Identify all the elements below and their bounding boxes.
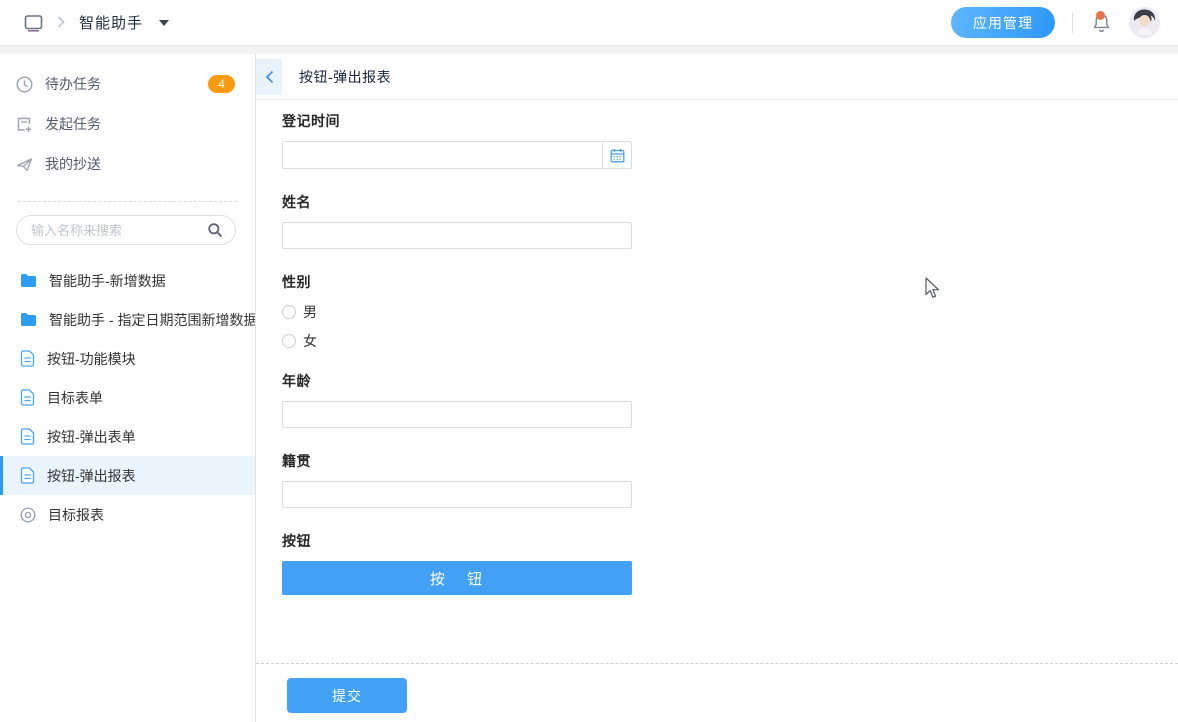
back-button[interactable] xyxy=(256,59,282,95)
folder-icon xyxy=(20,312,37,327)
sidebar-item-start-task[interactable]: 发起任务 xyxy=(0,104,255,144)
chevron-down-icon[interactable] xyxy=(159,20,169,26)
page-title: 按钮-弹出报表 xyxy=(299,67,391,87)
sidebar-item-button-popup-form[interactable]: 按钮-弹出表单 xyxy=(0,417,255,456)
monitor-icon[interactable] xyxy=(24,14,43,32)
field-label: 姓名 xyxy=(282,192,1178,212)
add-task-icon xyxy=(16,116,33,133)
field-button: 按钮 按 钮 xyxy=(282,531,1178,595)
send-icon xyxy=(16,156,33,173)
tree-item-label: 智能助手 - 指定日期范围新增数据 xyxy=(49,310,255,330)
sidebar-item-target-form[interactable]: 目标表单 xyxy=(0,378,255,417)
radio-label: 男 xyxy=(303,302,317,322)
notification-bell-icon[interactable] xyxy=(1090,12,1112,34)
radio-option-male[interactable]: 男 xyxy=(282,302,1178,322)
name-input[interactable] xyxy=(282,222,632,249)
main-header: 按钮-弹出报表 xyxy=(256,54,1178,100)
field-label: 籍贯 xyxy=(282,451,1178,471)
avatar[interactable] xyxy=(1129,7,1160,38)
sidebar-item-button-module[interactable]: 按钮-功能模块 xyxy=(0,339,255,378)
breadcrumb: 智能助手 xyxy=(24,12,169,33)
notification-dot xyxy=(1096,11,1105,20)
register-time-input[interactable] xyxy=(283,142,602,168)
date-picker-field xyxy=(282,141,632,169)
field-age: 年龄 xyxy=(282,371,1178,428)
document-icon xyxy=(20,467,35,484)
form-action-button[interactable]: 按 钮 xyxy=(282,561,632,595)
sidebar-item-smart-assistant-new-data[interactable]: 智能助手-新增数据 xyxy=(0,261,255,300)
document-icon xyxy=(20,428,35,445)
sidebar-item-smart-assistant-date-range[interactable]: 智能助手 - 指定日期范围新增数据 xyxy=(0,300,255,339)
radio-option-female[interactable]: 女 xyxy=(282,331,1178,351)
sidebar-item-button-popup-report[interactable]: 按钮-弹出报表 xyxy=(0,456,255,495)
tree-item-label: 按钮-弹出表单 xyxy=(47,427,136,447)
sidebar-item-todo-tasks[interactable]: 待办任务 4 xyxy=(0,64,255,104)
target-icon xyxy=(20,507,36,523)
sidebar-item-target-report[interactable]: 目标报表 xyxy=(0,495,255,534)
field-gender: 性别 男 女 xyxy=(282,272,1178,351)
sidebar-item-label: 我的抄送 xyxy=(45,154,101,174)
field-label: 按钮 xyxy=(282,531,1178,551)
sidebar-item-label: 发起任务 xyxy=(45,114,101,134)
tree-item-label: 智能助手-新增数据 xyxy=(49,271,166,291)
sidebar-item-my-cc[interactable]: 我的抄送 xyxy=(0,144,255,184)
tree-item-label: 按钮-功能模块 xyxy=(47,349,136,369)
radio-icon[interactable] xyxy=(282,305,296,319)
field-label: 登记时间 xyxy=(282,111,1178,131)
tree-item-label: 目标表单 xyxy=(47,388,103,408)
radio-icon[interactable] xyxy=(282,334,296,348)
app-header: 智能助手 应用管理 xyxy=(0,0,1178,46)
folder-icon xyxy=(20,273,37,288)
tree-item-label: 按钮-弹出报表 xyxy=(47,466,136,486)
field-label: 性别 xyxy=(282,272,1178,292)
app-title[interactable]: 智能助手 xyxy=(79,12,143,33)
clock-icon xyxy=(16,76,33,93)
todo-count-badge: 4 xyxy=(208,75,235,93)
tree-item-label: 目标报表 xyxy=(48,505,104,525)
header-gap-band xyxy=(0,46,1178,54)
field-name: 姓名 xyxy=(282,192,1178,249)
field-hometown: 籍贯 xyxy=(282,451,1178,508)
sidebar: 待办任务 4 发起任务 我的抄送 智能助手-新增数据 xyxy=(0,54,256,722)
breadcrumb-chevron-icon xyxy=(57,15,65,31)
age-input[interactable] xyxy=(282,401,632,428)
app-manage-button[interactable]: 应用管理 xyxy=(951,7,1055,38)
field-label: 年龄 xyxy=(282,371,1178,391)
hometown-input[interactable] xyxy=(282,481,632,508)
sidebar-item-label: 待办任务 xyxy=(45,74,101,94)
search-input[interactable] xyxy=(16,215,236,245)
form-area: 登记时间 姓名 性别 男 xyxy=(256,100,1178,663)
document-icon xyxy=(20,350,35,367)
submit-button[interactable]: 提交 xyxy=(287,678,407,713)
document-icon xyxy=(20,389,35,406)
sidebar-divider xyxy=(18,201,237,202)
search-icon[interactable] xyxy=(207,222,223,243)
radio-label: 女 xyxy=(303,331,317,351)
header-divider xyxy=(1072,13,1073,33)
calendar-icon[interactable] xyxy=(602,142,631,168)
main-pane: 按钮-弹出报表 登记时间 姓名 性别 男 xyxy=(256,54,1178,722)
form-footer: 提交 xyxy=(256,663,1178,722)
field-register-time: 登记时间 xyxy=(282,111,1178,169)
